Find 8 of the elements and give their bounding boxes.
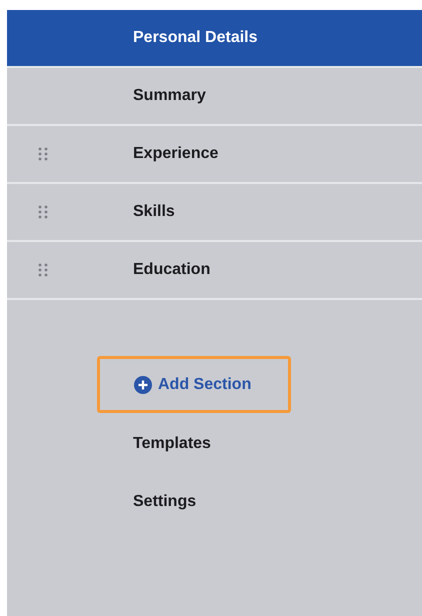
sidebar-link[interactable]: Templates	[133, 435, 211, 453]
plus-circle-icon	[134, 376, 152, 394]
add-section-button[interactable]: Add Section	[97, 356, 291, 413]
drag-handle-icon[interactable]	[37, 146, 49, 162]
drag-handle-icon[interactable]	[37, 204, 49, 220]
sidebar-link[interactable]: Settings	[133, 493, 196, 511]
section-item[interactable]: Personal Details	[7, 10, 422, 68]
drag-handle-icon[interactable]	[37, 262, 49, 278]
